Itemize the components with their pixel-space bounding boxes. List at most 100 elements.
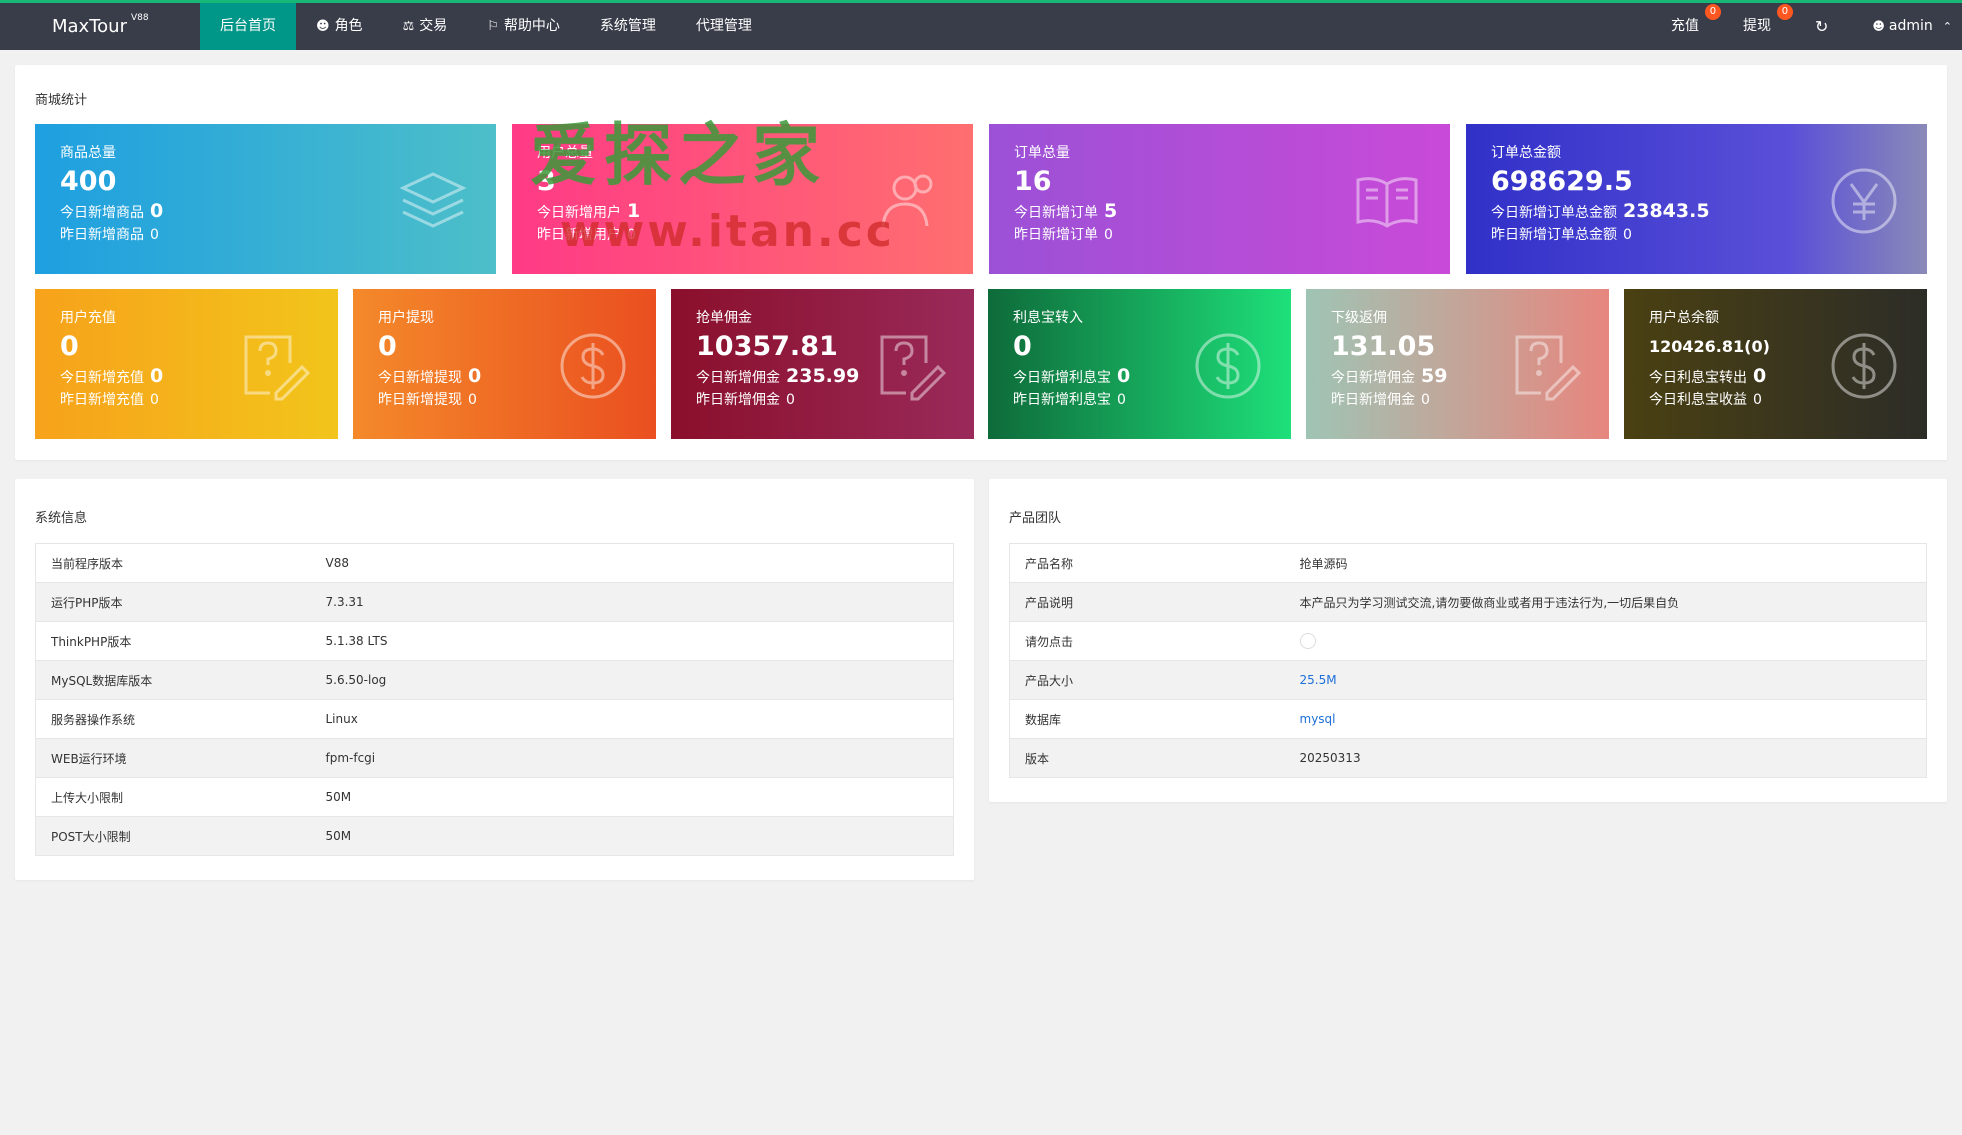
withdraw-button[interactable]: 提现 0 xyxy=(1721,3,1793,50)
row-value: 25.5M xyxy=(1284,660,1927,700)
card-line-label: 今日新增订单总金额 xyxy=(1491,205,1617,221)
row-key: 数据库 xyxy=(1009,699,1285,739)
card-line-value: 23843.5 xyxy=(1623,200,1710,222)
nav-dashboard[interactable]: 后台首页 xyxy=(200,3,296,50)
table-row: POST大小限制 50M xyxy=(35,816,954,856)
main-nav: 后台首页 ☻ 角色 ⚖ 交易 ⚐ 帮助中心 系统管理 代理管理 xyxy=(200,3,772,50)
chevron-up-icon: ⌃ xyxy=(1942,20,1952,33)
stats-title: 商城统计 xyxy=(35,93,88,108)
row-value: 20250313 xyxy=(1284,738,1927,778)
table-row: ThinkPHP版本 5.1.38 LTS xyxy=(35,621,954,661)
logo-link-icon[interactable] xyxy=(1299,633,1316,649)
table-row: 上传大小限制 50M xyxy=(35,777,954,817)
stat-card-orders: 订单总量 16 今日新增订单 5 昨日新增订单 0 xyxy=(989,124,1450,274)
stat-card-interest-in: 利息宝转入 0 今日新增利息宝 0 昨日新增利息宝 0 xyxy=(988,289,1291,439)
username: admin xyxy=(1888,18,1933,34)
card-line-label: 昨日新增提现 xyxy=(378,392,462,408)
card-line-value: 0 xyxy=(150,392,159,408)
card-label: 抢单佣金 xyxy=(696,310,752,326)
user-menu[interactable]: ☻ admin ⌃ xyxy=(1850,3,1962,50)
card-label: 下级返佣 xyxy=(1331,310,1387,326)
nav-trade[interactable]: ⚖ 交易 xyxy=(383,3,468,50)
card-label: 用户充值 xyxy=(60,310,116,326)
stats-panel: 商城统计 商品总量 400 今日新增商品 0 昨日新增商品 0 用户总量 3 今日新… xyxy=(15,65,1947,460)
user-icon: ☻ xyxy=(1872,19,1885,33)
stat-card-commission: 抢单佣金 10357.81 今日新增佣金 235.99 昨日新增佣金 0 xyxy=(671,289,974,439)
recharge-badge: 0 xyxy=(1704,4,1721,20)
nav-roles[interactable]: ☻ 角色 xyxy=(296,3,383,50)
card-line-label: 昨日新增佣金 xyxy=(696,392,780,408)
card-line-label: 昨日新增佣金 xyxy=(1331,392,1415,408)
card-label: 利息宝转入 xyxy=(1013,310,1083,326)
card-label: 订单总量 xyxy=(1014,145,1070,161)
row-key: 运行PHP版本 xyxy=(35,582,311,622)
nav-agent[interactable]: 代理管理 xyxy=(676,3,772,50)
card-line-value: 0 xyxy=(1753,365,1767,387)
card-label: 订单总金额 xyxy=(1491,145,1561,161)
card-line-label: 今日利息宝转出 xyxy=(1649,370,1747,386)
top-navbar: MaxTour V88 后台首页 ☻ 角色 ⚖ 交易 ⚐ 帮助中心 系统管理 代理… xyxy=(0,0,1962,50)
stat-card-total-balance: 用户总余额 120426.81(0) 今日利息宝转出 0 今日利息宝收益 0 xyxy=(1624,289,1927,439)
table-row: 产品说明 本产品只为学习测试交流,请勿要做商业或者用于违法行为,一切后果自负 xyxy=(1009,582,1927,622)
dollar-icon xyxy=(560,333,626,399)
refresh-icon: ↻ xyxy=(1814,17,1829,36)
recharge-label: 充值 xyxy=(1670,18,1699,34)
table-row: 服务器操作系统 Linux xyxy=(35,699,954,739)
card-line-value: 5 xyxy=(1104,200,1118,222)
card-line-label: 今日新增订单 xyxy=(1014,205,1098,221)
row-value: fpm-fcgi xyxy=(310,738,954,778)
row-value xyxy=(1284,621,1927,661)
card-line-label: 昨日新增订单 xyxy=(1014,227,1098,243)
nav-system[interactable]: 系统管理 xyxy=(580,3,676,50)
book-icon xyxy=(1356,177,1418,228)
row-key: 上传大小限制 xyxy=(35,777,311,817)
stat-card-order-amount: 订单总金额 698629.5 今日新增订单总金额 23843.5 昨日新增订单总金… xyxy=(1466,124,1927,274)
card-line-value: 0 xyxy=(1117,365,1131,387)
question-doc-icon xyxy=(244,335,310,401)
card-line-value: 0 xyxy=(1421,392,1430,408)
row-key: MySQL数据库版本 xyxy=(35,660,311,700)
card-line-value: 0 xyxy=(1104,227,1113,243)
row-key: 版本 xyxy=(1009,738,1285,778)
dollar-icon xyxy=(1195,333,1261,399)
right-nav: 充值 0 提现 0 ↻ ☻ admin ⌃ xyxy=(1649,3,1962,50)
watermark-title: 爱探之家 xyxy=(530,117,827,196)
row-value: Linux xyxy=(310,699,954,739)
card-line-value: 0 xyxy=(150,200,164,222)
stat-card-withdraw: 用户提现 0 今日新增提现 0 昨日新增提现 0 xyxy=(353,289,656,439)
card-line-label: 昨日新增利息宝 xyxy=(1013,392,1111,408)
size-link[interactable]: 25.5M xyxy=(1300,673,1337,687)
watermark-url: www.itan.cc xyxy=(560,206,895,257)
nav-help[interactable]: ⚐ 帮助中心 xyxy=(467,3,580,50)
table-row: 请勿点击 xyxy=(1009,621,1927,661)
table-row: 当前程序版本 V88 xyxy=(35,543,954,583)
card-line-value: 0 xyxy=(468,365,482,387)
card-line-value: 0 xyxy=(150,227,159,243)
card-line-label: 今日新增商品 xyxy=(60,205,144,221)
withdraw-badge: 0 xyxy=(1776,4,1793,20)
card-line-value: 0 xyxy=(1753,392,1762,408)
card-line-value: 0 xyxy=(786,392,795,408)
row-value: V88 xyxy=(310,543,954,583)
card-line-label: 今日新增利息宝 xyxy=(1013,370,1111,386)
nav-label: 交易 xyxy=(419,18,448,34)
card-line-label: 昨日新增商品 xyxy=(60,227,144,243)
card-line-value: 0 xyxy=(1117,392,1126,408)
database-link[interactable]: mysql xyxy=(1300,712,1336,726)
refresh-button[interactable]: ↻ xyxy=(1793,3,1850,50)
app-logo[interactable]: MaxTour V88 xyxy=(52,3,149,50)
layers-icon xyxy=(399,172,467,228)
card-line-value: 0 xyxy=(468,392,477,408)
product-team-table: 产品名称 抢单源码 产品说明 本产品只为学习测试交流,请勿要做商业或者用于违法行为,… xyxy=(1009,543,1927,778)
card-line-value: 0 xyxy=(1623,227,1632,243)
card-line-value: 235.99 xyxy=(786,365,860,387)
user-icon: ☻ xyxy=(316,19,330,34)
row-key: WEB运行环境 xyxy=(35,738,311,778)
recharge-button[interactable]: 充值 0 xyxy=(1649,3,1721,50)
row-key: POST大小限制 xyxy=(35,816,311,856)
row-value: 抢单源码 xyxy=(1284,543,1927,583)
dollar-icon xyxy=(1831,333,1897,399)
product-team-title: 产品团队 xyxy=(1009,511,1062,526)
card-line-label: 今日新增充值 xyxy=(60,370,144,386)
nav-label: 系统管理 xyxy=(599,18,656,34)
